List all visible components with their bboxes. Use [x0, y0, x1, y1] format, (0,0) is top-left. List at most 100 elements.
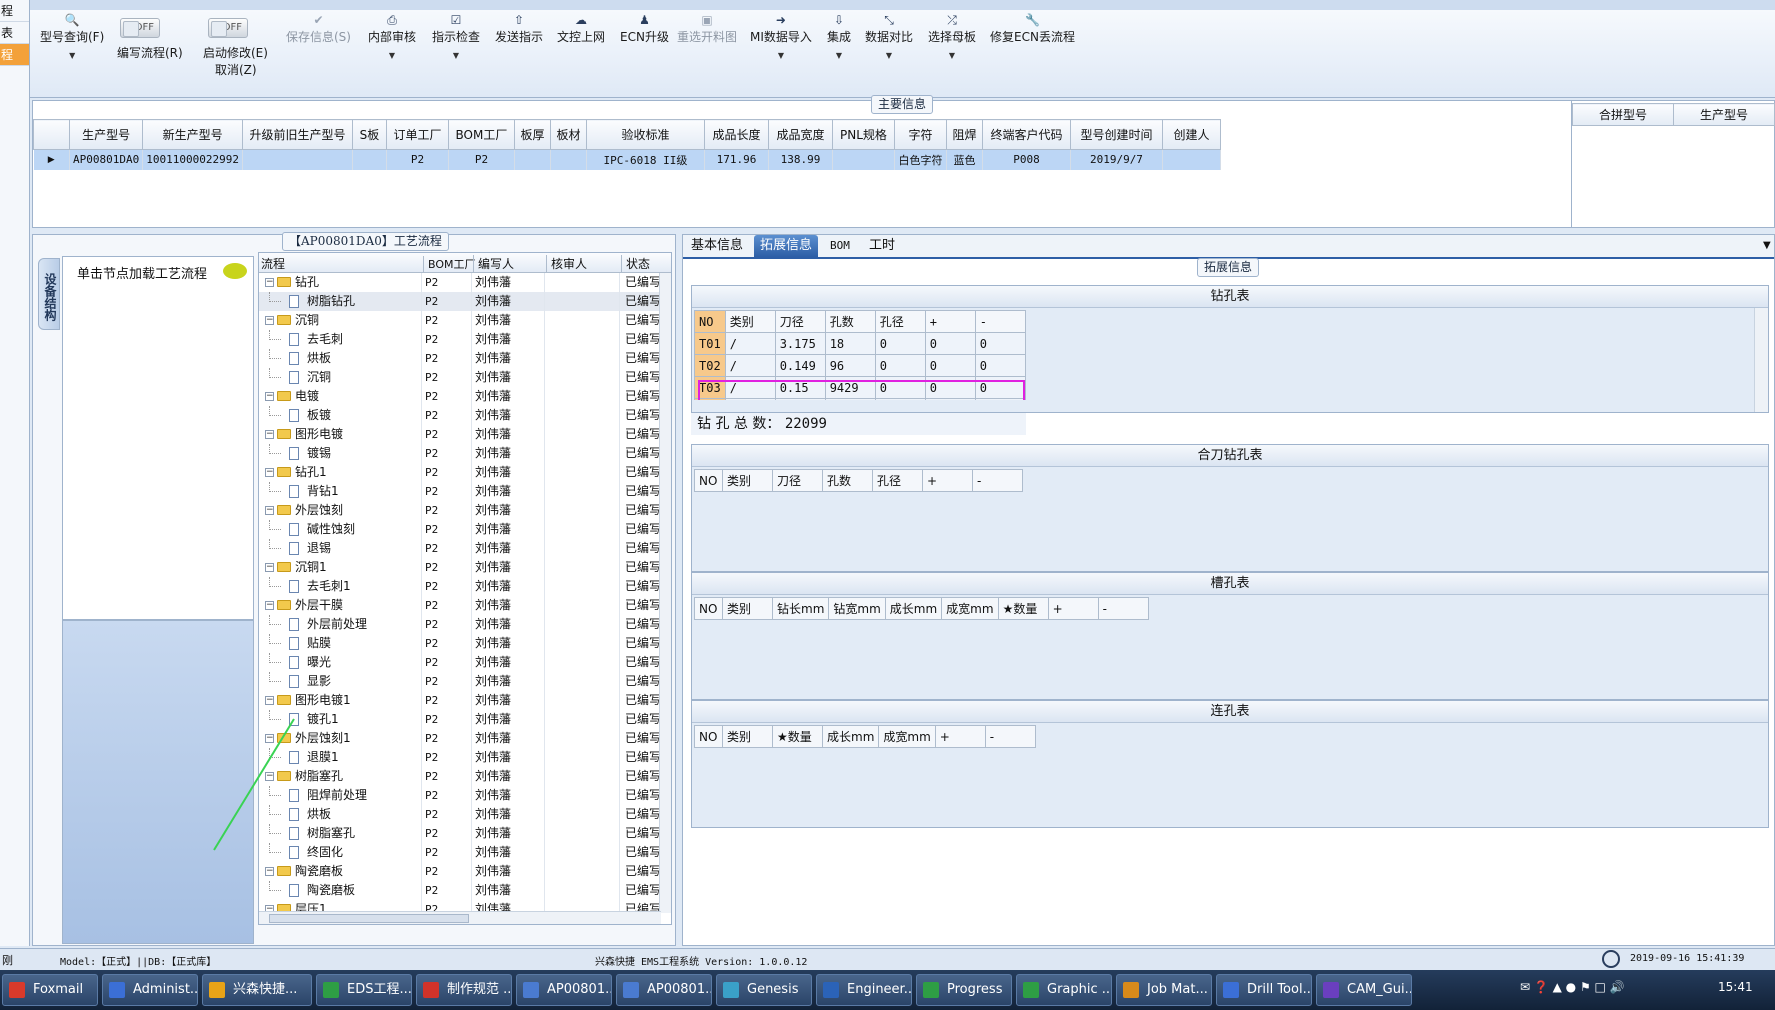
rail-item-2[interactable]: 表: [0, 22, 29, 44]
tree-row[interactable]: 去毛刺1 P2 刘伟藩 已编写: [259, 577, 671, 596]
tree-row[interactable]: 沉铜 P2 刘伟藩 已编写: [259, 368, 671, 387]
send-instruction-button[interactable]: ⇧ 发送指示: [495, 12, 543, 45]
tree-row[interactable]: 烘板 P2 刘伟藩 已编写: [259, 805, 671, 824]
taskbar-item[interactable]: Engineer...: [816, 974, 912, 1006]
tree-row[interactable]: − 沉铜 P2 刘伟藩 已编写: [259, 311, 671, 330]
collapse-toggle-icon[interactable]: −: [265, 316, 274, 325]
chevron-down-icon[interactable]: ▼: [1757, 235, 1775, 257]
tree-row[interactable]: 退膜1 P2 刘伟藩 已编写: [259, 748, 671, 767]
tree-row[interactable]: 板镀 P2 刘伟藩 已编写: [259, 406, 671, 425]
tree-row[interactable]: − 钻孔1 P2 刘伟藩 已编写: [259, 463, 671, 482]
taskbar-item[interactable]: CAM_Gui...: [1316, 974, 1412, 1006]
tree-row[interactable]: 去毛刺 P2 刘伟藩 已编写: [259, 330, 671, 349]
taskbar-item[interactable]: Progress: [916, 974, 1012, 1006]
save-info-button[interactable]: ✔ 保存信息(S): [286, 12, 351, 45]
collapse-toggle-icon[interactable]: −: [265, 430, 274, 439]
taskbar-item[interactable]: 制作规范 ...: [416, 974, 512, 1006]
ecn-upgrade-button[interactable]: ♟ ECN升级: [620, 12, 669, 45]
collapse-toggle-icon[interactable]: −: [265, 468, 274, 477]
collapse-toggle-icon[interactable]: −: [265, 506, 274, 515]
taskbar-item[interactable]: Foxmail: [2, 974, 98, 1006]
rail-item-1[interactable]: 程: [0, 0, 29, 22]
collapse-toggle-icon[interactable]: −: [265, 867, 274, 876]
tray-icons[interactable]: ✉ ❓ ▲ ● ⚑ □ 🔊: [1520, 980, 1625, 994]
collapse-toggle-icon[interactable]: −: [265, 278, 274, 287]
taskbar-item[interactable]: Job Mat...: [1116, 974, 1212, 1006]
drill-vscrollbar[interactable]: [1754, 308, 1768, 412]
chevron-down-icon[interactable]: ▼: [40, 51, 104, 60]
taskbar-item[interactable]: AP00801...: [516, 974, 612, 1006]
tree-row[interactable]: 陶瓷磨板 P2 刘伟藩 已编写: [259, 881, 671, 900]
tree-hscrollbar[interactable]: [259, 911, 661, 924]
taskbar-item[interactable]: Drill Tool...: [1216, 974, 1312, 1006]
chevron-down-icon[interactable]: ▼: [865, 51, 913, 60]
collapse-toggle-icon[interactable]: −: [265, 601, 274, 610]
write-flow-toggle[interactable]: OFF: [120, 18, 160, 38]
taskbar-item[interactable]: AP00801...: [616, 974, 712, 1006]
tree-row[interactable]: 镀锡 P2 刘伟藩 已编写: [259, 444, 671, 463]
tab-hours[interactable]: 工时: [863, 235, 901, 257]
internal-review-button[interactable]: ⎙ 内部审核 ▼: [368, 12, 416, 60]
fix-ecn-button[interactable]: 🔧 修复ECN丢流程: [990, 12, 1075, 45]
tab-bom[interactable]: BOM: [824, 235, 856, 257]
tree-row[interactable]: − 陶瓷磨板 P2 刘伟藩 已编写: [259, 862, 671, 881]
chevron-down-icon[interactable]: ▼: [432, 51, 480, 60]
tree-row[interactable]: 贴膜 P2 刘伟藩 已编写: [259, 634, 671, 653]
tree-row[interactable]: 阻焊前处理 P2 刘伟藩 已编写: [259, 786, 671, 805]
tree-row[interactable]: − 电镀 P2 刘伟藩 已编写: [259, 387, 671, 406]
tree-row[interactable]: − 钻孔 P2 刘伟藩 已编写: [259, 273, 671, 292]
taskbar-item[interactable]: Genesis: [716, 974, 812, 1006]
data-compare-button[interactable]: ⤡ 数据对比 ▼: [865, 12, 913, 60]
tree-row[interactable]: − 图形电镀1 P2 刘伟藩 已编写: [259, 691, 671, 710]
tree-row[interactable]: − 树脂塞孔 P2 刘伟藩 已编写: [259, 767, 671, 786]
tree-row[interactable]: − 外层蚀刻 P2 刘伟藩 已编写: [259, 501, 671, 520]
taskbar-item[interactable]: EDS工程...: [316, 974, 412, 1006]
start-modify-toggle[interactable]: OFF: [208, 18, 248, 38]
tab-extended-info[interactable]: 拓展信息: [754, 235, 819, 257]
mi-import-button[interactable]: ➜ MI数据导入 ▼: [750, 12, 812, 60]
tree-row[interactable]: 曝光 P2 刘伟藩 已编写: [259, 653, 671, 672]
collapse-toggle-icon[interactable]: −: [265, 392, 274, 401]
rail-item-3[interactable]: 程: [0, 44, 29, 66]
table-row[interactable]: T02/0.149 96 0 0 0: [694, 354, 1026, 377]
cancel-button[interactable]: 取消(Z): [215, 61, 257, 78]
collapse-toggle-icon[interactable]: −: [265, 563, 274, 572]
model-query-button[interactable]: 🔍 型号查询(F) ▼: [40, 12, 104, 60]
tree-row[interactable]: 外层前处理 P2 刘伟藩 已编写: [259, 615, 671, 634]
table-row[interactable]: ▶ AP00801DA0 10011000022992 P2 P2 IPC-6018 II…: [33, 149, 1221, 170]
hscroll-thumb[interactable]: [269, 914, 469, 923]
table-row[interactable]: T01/3.175 18 0 0 0: [694, 332, 1026, 355]
taskbar-item[interactable]: Administ...: [102, 974, 198, 1006]
tree-row[interactable]: 退锡 P2 刘伟藩 已编写: [259, 539, 671, 558]
select-master-button[interactable]: ⤮ 选择母板 ▼: [928, 12, 976, 60]
tree-row[interactable]: 显影 P2 刘伟藩 已编写: [259, 672, 671, 691]
tree-vscrollbar[interactable]: [659, 273, 671, 913]
chevron-down-icon[interactable]: ▼: [827, 51, 851, 60]
tree-row[interactable]: − 图形电镀 P2 刘伟藩 已编写: [259, 425, 671, 444]
tree-row[interactable]: 镀孔1 P2 刘伟藩 已编写: [259, 710, 671, 729]
taskbar-item[interactable]: 兴森快捷...: [202, 974, 312, 1006]
reselect-chart-button[interactable]: ▣ 重选开料图: [677, 12, 737, 45]
tree-row[interactable]: − 外层蚀刻1 P2 刘伟藩 已编写: [259, 729, 671, 748]
tree-row[interactable]: 背钻1 P2 刘伟藩 已编写: [259, 482, 671, 501]
integrate-button[interactable]: ⇩ 集成 ▼: [827, 12, 851, 60]
doc-online-button[interactable]: ☁ 文控上网: [557, 12, 605, 45]
tree-row[interactable]: 终固化 P2 刘伟藩 已编写: [259, 843, 671, 862]
tree-row[interactable]: 碱性蚀刻 P2 刘伟藩 已编写: [259, 520, 671, 539]
instruction-check-button[interactable]: ☑ 指示检查 ▼: [432, 12, 480, 60]
tree-row[interactable]: 烘板 P2 刘伟藩 已编写: [259, 349, 671, 368]
chevron-down-icon[interactable]: ▼: [928, 51, 976, 60]
tree-row[interactable]: 树脂钻孔 P2 刘伟藩 已编写: [259, 292, 671, 311]
tab-basic-info[interactable]: 基本信息: [685, 235, 749, 257]
taskbar-item[interactable]: Graphic ...: [1016, 974, 1112, 1006]
chevron-down-icon[interactable]: ▼: [750, 51, 812, 60]
tree-row[interactable]: − 沉铜1 P2 刘伟藩 已编写: [259, 558, 671, 577]
folder-icon: [277, 866, 291, 876]
tree-row[interactable]: 树脂塞孔 P2 刘伟藩 已编写: [259, 824, 671, 843]
device-structure-tab[interactable]: 设备结构: [38, 258, 60, 330]
tree-row-status: 已编写: [625, 389, 662, 403]
collapse-toggle-icon[interactable]: −: [265, 696, 274, 705]
tree-row[interactable]: − 外层干膜 P2 刘伟藩 已编写: [259, 596, 671, 615]
column-divider: [471, 729, 472, 748]
chevron-down-icon[interactable]: ▼: [368, 51, 416, 60]
